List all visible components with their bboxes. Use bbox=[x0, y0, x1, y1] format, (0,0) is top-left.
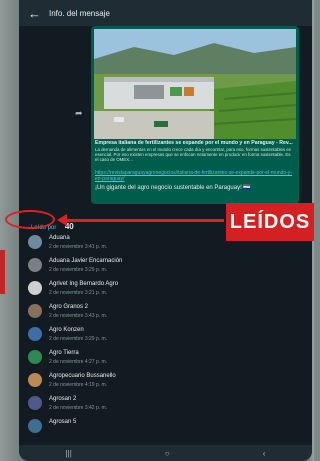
read-badge: LEÍDOS bbox=[226, 203, 314, 241]
read-time: 2 de noviembre 4:19 p. m. bbox=[49, 382, 108, 388]
list-item[interactable]: Agrosan 2 2 de noviembre 3:42 p. m. bbox=[19, 393, 312, 415]
avatar bbox=[28, 281, 42, 295]
list-item[interactable]: Aduana Javier Encarnación 2 de noviembre… bbox=[19, 255, 312, 277]
avatar bbox=[28, 304, 42, 318]
annotation-arrow bbox=[62, 219, 224, 222]
message-bubble: Empresa italiana de fertilizantes se exp… bbox=[91, 26, 299, 204]
preview-image[interactable] bbox=[94, 29, 296, 139]
avatar bbox=[28, 327, 42, 341]
contact-name: Agro Tierra bbox=[49, 350, 79, 356]
list-item[interactable]: Agro Konzen 2 de noviembre 3:29 p. m. bbox=[19, 324, 312, 346]
app-header: ← Info. del mensaje bbox=[19, 0, 312, 26]
message-link[interactable]: https://revistaparaguayagronegocios/ital… bbox=[95, 170, 295, 182]
preview-description: La demanda de alimentos en el mundo crec… bbox=[95, 147, 291, 162]
list-item[interactable]: Agro Tierra 2 de noviembre 4:27 p. m. bbox=[19, 347, 312, 369]
read-count-highlight bbox=[5, 210, 55, 229]
avatar bbox=[28, 396, 42, 410]
system-navbar: ||| ○ ‹ bbox=[19, 445, 312, 461]
read-time: 2 de noviembre 3:43 p. m. bbox=[49, 313, 108, 319]
avatar bbox=[28, 350, 42, 364]
list-item[interactable]: Agrivet Ing Bernardo Agro 2 de noviembre… bbox=[19, 278, 312, 300]
contact-name: Aduana Javier Encarnación bbox=[49, 258, 123, 264]
read-time: 2 de noviembre 3:41 p. m. bbox=[49, 244, 108, 250]
avatar bbox=[28, 419, 42, 433]
forward-icon[interactable]: ➦ bbox=[75, 108, 83, 119]
contact-name: Agro Konzen bbox=[49, 327, 84, 333]
contact-name: Agropecuario Bussanello bbox=[49, 373, 116, 379]
read-time: 2 de noviembre 3:29 p. m. bbox=[49, 267, 108, 273]
home-icon[interactable]: ○ bbox=[165, 449, 170, 458]
list-item[interactable]: Agrosan 5 bbox=[19, 416, 312, 438]
contact-name: Agro Granos 2 bbox=[49, 304, 89, 310]
read-time: 2 de noviembre 3:42 p. m. bbox=[49, 405, 108, 411]
list-item[interactable]: Agropecuario Bussanello 2 de noviembre 4… bbox=[19, 370, 312, 392]
page-title: Info. del mensaje bbox=[49, 8, 110, 18]
contact-name: Aduana bbox=[49, 235, 70, 241]
contact-name: Agrosan 2 bbox=[49, 396, 77, 402]
avatar bbox=[28, 235, 42, 249]
avatar bbox=[28, 258, 42, 272]
recent-apps-icon[interactable]: ||| bbox=[66, 449, 72, 458]
read-time: 2 de noviembre 3:29 p. m. bbox=[49, 336, 108, 342]
nav-back-icon[interactable]: ‹ bbox=[263, 449, 266, 458]
message-text: ¡Un gigante del agro negocio sustentable… bbox=[95, 185, 251, 191]
background-red-mark bbox=[0, 250, 5, 294]
contact-name: Agrosan 5 bbox=[49, 419, 77, 425]
list-item[interactable]: Agro Granos 2 2 de noviembre 3:43 p. m. bbox=[19, 301, 312, 323]
read-time: 2 de noviembre 3:21 p. m. bbox=[49, 290, 108, 296]
avatar bbox=[28, 373, 42, 387]
arrow-left-icon[interactable]: ← bbox=[28, 6, 41, 21]
annotation-arrowhead bbox=[57, 214, 67, 226]
contact-name: Agrivet Ing Bernardo Agro bbox=[49, 281, 119, 287]
read-time: 2 de noviembre 4:27 p. m. bbox=[49, 359, 108, 365]
preview-title: Empresa italiana de fertilizantes se exp… bbox=[95, 140, 293, 146]
